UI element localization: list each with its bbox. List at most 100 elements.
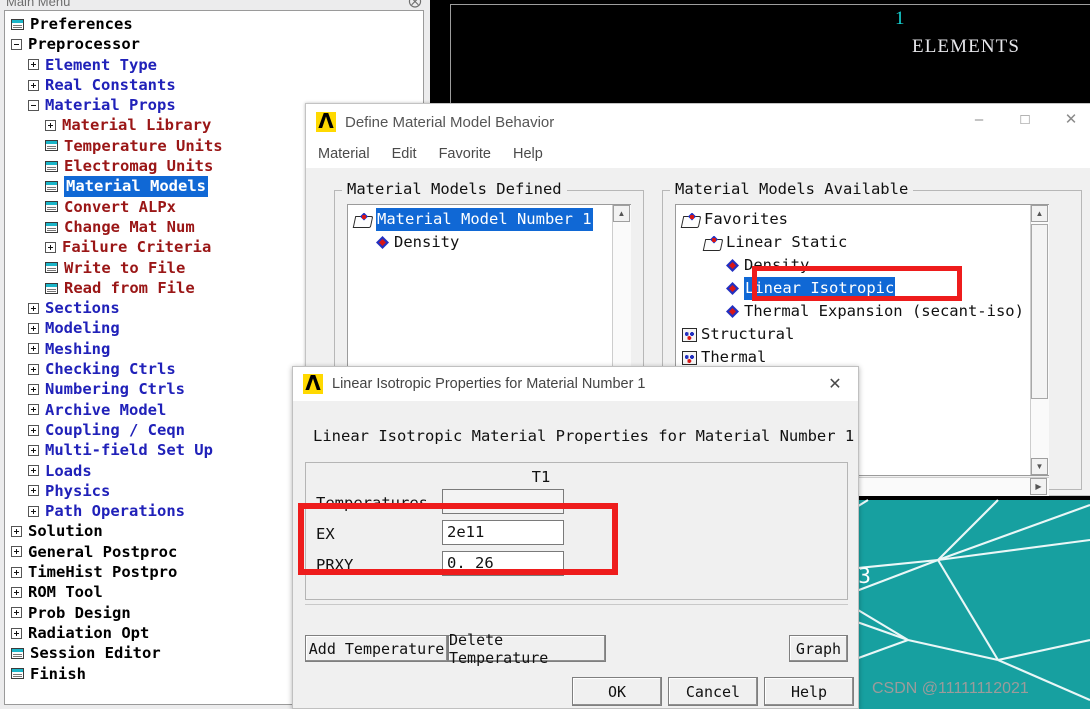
material-list-item[interactable]: Favorites: [676, 208, 1048, 231]
ok-button[interactable]: OK: [572, 677, 662, 706]
help-button[interactable]: Help: [764, 677, 854, 706]
row-label-prxy: PRXY: [316, 556, 353, 574]
material-list-item[interactable]: Material Model Number 1: [348, 208, 630, 231]
available-scroll-thumb[interactable]: [1031, 224, 1048, 399]
tree-item-label: Modeling: [45, 318, 120, 338]
material-list-item-label: Structural: [701, 323, 794, 346]
expand-icon[interactable]: [28, 445, 39, 456]
linear-isotropic-properties-dialog[interactable]: Linear Isotropic Properties for Material…: [292, 366, 859, 709]
graphics-view-number: 1: [895, 8, 905, 30]
main-menu-pin-icon[interactable]: ⨂: [406, 0, 424, 10]
collapse-icon[interactable]: [11, 39, 22, 50]
defined-scroll-up-arrow[interactable]: ▲: [613, 205, 630, 222]
maximize-icon[interactable]: □: [1002, 104, 1048, 134]
diamond-icon: [726, 305, 739, 318]
folder-icon: [354, 213, 372, 227]
expand-icon[interactable]: [28, 465, 39, 476]
dmmb-window-controls: – □ ✕: [956, 104, 1090, 140]
material-list-item-label: Density: [394, 231, 459, 254]
command-page-icon: [45, 222, 58, 233]
tree-item-element-type[interactable]: Element Type: [9, 55, 423, 75]
menu-favorite[interactable]: Favorite: [439, 146, 491, 162]
category-box-icon: [682, 351, 697, 365]
lip-close-icon[interactable]: ✕: [812, 369, 858, 399]
tree-item-label: Write to File: [64, 258, 185, 278]
available-scroll-down-arrow[interactable]: ▼: [1031, 458, 1048, 475]
expand-icon[interactable]: [28, 404, 39, 415]
minimize-icon[interactable]: –: [956, 104, 1002, 134]
menu-help[interactable]: Help: [513, 146, 543, 162]
material-list-item-label: Linear Isotropic: [744, 277, 895, 300]
expand-icon[interactable]: [28, 59, 39, 70]
tree-item-label: Change Mat Num: [64, 217, 195, 237]
menu-edit[interactable]: Edit: [392, 146, 417, 162]
command-page-icon: [45, 181, 58, 192]
expand-icon[interactable]: [28, 343, 39, 354]
lip-title-bar[interactable]: Linear Isotropic Properties for Material…: [293, 367, 858, 401]
expand-icon[interactable]: [11, 628, 22, 639]
expand-icon[interactable]: [11, 607, 22, 618]
ansys-logo-icon-2: [303, 374, 323, 394]
tree-item-label: Solution: [28, 521, 103, 541]
material-properties-table: T1 Temperatures EX 2e11 PRXY 0. 26: [305, 462, 848, 600]
tree-item-label: Temperature Units: [64, 136, 223, 156]
dmmb-menu-bar[interactable]: Material Edit Favorite Help: [306, 140, 1090, 168]
lip-divider: [305, 604, 848, 605]
tree-item-label: Element Type: [45, 55, 157, 75]
material-list-item[interactable]: Density: [676, 254, 1048, 277]
field-prxy[interactable]: 0. 26: [442, 551, 564, 576]
graph-button[interactable]: Graph: [789, 635, 848, 662]
expand-icon[interactable]: [45, 120, 56, 131]
material-list-item-label: Linear Static: [726, 231, 847, 254]
ansys-application-window: 208 204 18 203 170 172 1 ELEMENTS CSDN @…: [0, 0, 1090, 709]
tree-item-label: Loads: [45, 461, 92, 481]
expand-icon[interactable]: [28, 485, 39, 496]
tree-item-label: Read from File: [64, 278, 195, 298]
dmmb-window-title: Define Material Model Behavior: [345, 114, 554, 131]
material-list-item-label: Material Model Number 1: [376, 208, 593, 231]
add-temperature-button[interactable]: Add Temperature: [305, 635, 448, 662]
dmmb-title-bar[interactable]: Define Material Model Behavior – □ ✕: [306, 104, 1090, 140]
field-temperatures[interactable]: [442, 489, 564, 514]
graphics-view-title: ELEMENTS: [912, 36, 1020, 58]
tree-item-label: ROM Tool: [28, 582, 103, 602]
expand-icon[interactable]: [28, 303, 39, 314]
tree-item-preferences[interactable]: Preferences: [9, 14, 423, 34]
tree-item-preprocessor[interactable]: Preprocessor: [9, 34, 423, 54]
available-scroll-up-arrow[interactable]: ▲: [1031, 205, 1048, 222]
command-page-icon: [11, 668, 24, 679]
expand-icon[interactable]: [11, 567, 22, 578]
tree-item-label: General Postproc: [28, 542, 177, 562]
expand-icon[interactable]: [11, 546, 22, 557]
expand-icon[interactable]: [28, 80, 39, 91]
expand-icon[interactable]: [28, 425, 39, 436]
expand-icon[interactable]: [28, 323, 39, 334]
cancel-button[interactable]: Cancel: [668, 677, 758, 706]
material-list-item[interactable]: Linear Static: [676, 231, 1048, 254]
tree-item-label: Radiation Opt: [28, 623, 149, 643]
material-list-item[interactable]: Thermal Expansion (secant-iso): [676, 300, 1048, 323]
expand-icon[interactable]: [11, 587, 22, 598]
field-ex[interactable]: 2e11: [442, 520, 564, 545]
row-label-temperatures: Temperatures: [316, 494, 428, 512]
delete-temperature-button[interactable]: Delete Temperature: [448, 635, 606, 662]
ansys-logo-icon: [316, 112, 336, 132]
menu-material[interactable]: Material: [318, 146, 370, 162]
expand-icon[interactable]: [28, 364, 39, 375]
close-icon[interactable]: ✕: [1048, 104, 1090, 134]
expand-icon[interactable]: [28, 506, 39, 517]
available-scroll-right-arrow[interactable]: ▶: [1030, 478, 1047, 495]
tree-item-label: TimeHist Postpro: [28, 562, 177, 582]
expand-icon[interactable]: [11, 526, 22, 537]
material-list-item[interactable]: Structural: [676, 323, 1048, 346]
collapse-icon[interactable]: [28, 100, 39, 111]
available-list-vscrollbar[interactable]: ▲ ▼: [1030, 205, 1049, 475]
diamond-icon: [376, 236, 389, 249]
expand-icon[interactable]: [45, 242, 56, 253]
tree-item-label: Material Library: [62, 115, 211, 135]
expand-icon[interactable]: [28, 384, 39, 395]
material-list-item[interactable]: Density: [348, 231, 630, 254]
material-list-item[interactable]: Linear Isotropic: [676, 277, 1048, 300]
tree-item-label: Coupling / Ceqn: [45, 420, 185, 440]
tree-item-real-constants[interactable]: Real Constants: [9, 75, 423, 95]
